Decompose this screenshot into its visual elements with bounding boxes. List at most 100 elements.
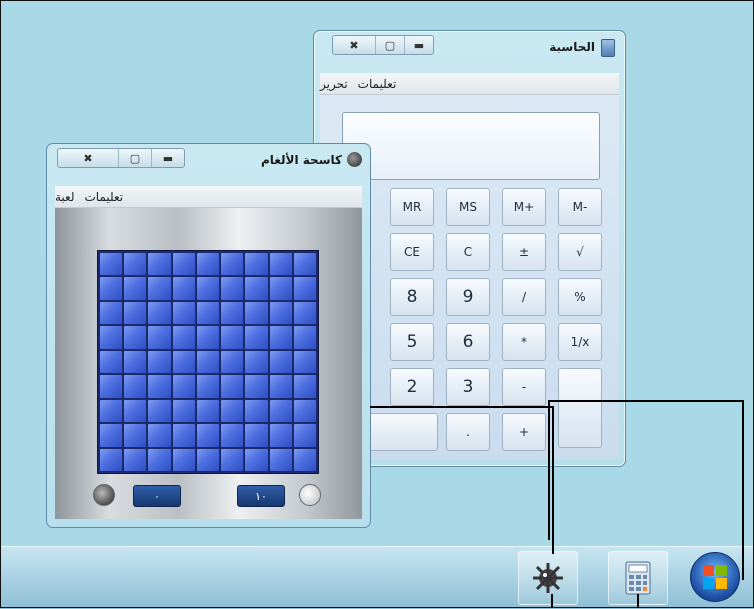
mine-tile[interactable] — [100, 277, 123, 300]
mine-tile[interactable] — [172, 350, 195, 374]
mine-tile[interactable] — [100, 375, 123, 398]
key-multiply[interactable]: * — [502, 323, 546, 361]
key-2[interactable]: 2 — [390, 368, 434, 406]
minimize-button[interactable]: ▬ — [404, 36, 433, 54]
mine-tile[interactable] — [172, 375, 195, 398]
mine-tile[interactable] — [196, 277, 220, 300]
mine-tile[interactable] — [221, 350, 244, 374]
mine-tile[interactable] — [100, 301, 123, 325]
mine-tile[interactable] — [124, 350, 147, 374]
mine-tile[interactable] — [293, 277, 316, 300]
maximize-button[interactable]: ▢ — [375, 36, 404, 54]
mine-tile[interactable] — [100, 399, 123, 423]
key-subtract[interactable]: - — [502, 368, 546, 406]
mine-tile[interactable] — [269, 350, 292, 374]
mine-tile[interactable] — [196, 253, 220, 276]
menu-game[interactable]: لعبة — [55, 190, 75, 204]
key-8[interactable]: 8 — [390, 278, 434, 316]
mine-tile[interactable] — [124, 375, 147, 398]
key-ce[interactable]: CE — [390, 233, 434, 271]
mine-tile[interactable] — [245, 424, 268, 447]
key-add[interactable]: + — [502, 413, 546, 451]
mine-tile[interactable] — [245, 326, 268, 349]
mine-tile[interactable] — [172, 399, 195, 423]
close-button[interactable]: ✖ — [333, 36, 375, 54]
mine-tile[interactable] — [293, 326, 316, 349]
key-3[interactable]: 3 — [446, 368, 490, 406]
maximize-button[interactable]: ▢ — [118, 149, 151, 167]
minesweeper-titlebar[interactable]: ✖ ▢ ▬ كاسحة الألغام — [47, 144, 370, 178]
mine-tile[interactable] — [269, 326, 292, 349]
mine-tile[interactable] — [148, 424, 171, 447]
key-ms[interactable]: MS — [446, 188, 490, 226]
mine-tile[interactable] — [269, 424, 292, 447]
mine-tile[interactable] — [148, 277, 171, 300]
mine-tile[interactable] — [196, 326, 220, 349]
start-button[interactable] — [690, 552, 740, 602]
mine-tile[interactable] — [221, 326, 244, 349]
key-6[interactable]: 6 — [446, 323, 490, 361]
mine-tile[interactable] — [196, 424, 220, 447]
mine-tile[interactable] — [269, 277, 292, 300]
taskbar-minesweeper-button[interactable] — [518, 551, 578, 605]
mine-tile[interactable] — [100, 448, 123, 471]
mine-tile[interactable] — [221, 277, 244, 300]
mine-tile[interactable] — [269, 399, 292, 423]
mine-tile[interactable] — [221, 424, 244, 447]
mine-tile[interactable] — [269, 301, 292, 325]
key-mr[interactable]: MR — [390, 188, 434, 226]
mine-tile[interactable] — [293, 375, 316, 398]
mine-tile[interactable] — [196, 399, 220, 423]
mine-tile[interactable] — [245, 350, 268, 374]
mine-tile[interactable] — [124, 424, 147, 447]
key-divide[interactable]: / — [502, 278, 546, 316]
mine-tile[interactable] — [196, 301, 220, 325]
mine-tile[interactable] — [269, 448, 292, 471]
mine-tile[interactable] — [221, 448, 244, 471]
mine-tile[interactable] — [245, 253, 268, 276]
mine-tile[interactable] — [221, 301, 244, 325]
mine-tile[interactable] — [293, 350, 316, 374]
mine-tile[interactable] — [148, 301, 171, 325]
mine-tile[interactable] — [293, 399, 316, 423]
key-reciprocal[interactable]: 1/x — [558, 323, 602, 361]
mine-tile[interactable] — [148, 375, 171, 398]
mine-tile[interactable] — [221, 375, 244, 398]
mine-tile[interactable] — [245, 375, 268, 398]
mine-tile[interactable] — [148, 399, 171, 423]
key-9[interactable]: 9 — [446, 278, 490, 316]
menu-help[interactable]: تعليمات — [358, 77, 397, 91]
mine-tile[interactable] — [124, 448, 147, 471]
key-sqrt[interactable]: √ — [558, 233, 602, 271]
key-equals[interactable] — [558, 368, 602, 448]
key-percent[interactable]: % — [558, 278, 602, 316]
mine-tile[interactable] — [100, 326, 123, 349]
mine-tile[interactable] — [148, 350, 171, 374]
key-5[interactable]: 5 — [390, 323, 434, 361]
mine-tile[interactable] — [124, 277, 147, 300]
mine-tile[interactable] — [124, 253, 147, 276]
mine-tile[interactable] — [196, 375, 220, 398]
mine-tile[interactable] — [293, 424, 316, 447]
mine-tile[interactable] — [124, 301, 147, 325]
mine-tile[interactable] — [269, 253, 292, 276]
mine-tile[interactable] — [148, 253, 171, 276]
menu-help[interactable]: تعليمات — [85, 190, 124, 204]
close-button[interactable]: ✖ — [58, 149, 118, 167]
mine-tile[interactable] — [196, 350, 220, 374]
mine-tile[interactable] — [293, 301, 316, 325]
mine-tile[interactable] — [269, 375, 292, 398]
mine-tile[interactable] — [148, 448, 171, 471]
key-m-minus[interactable]: M- — [558, 188, 602, 226]
key-m-plus[interactable]: M+ — [502, 188, 546, 226]
mine-tile[interactable] — [245, 399, 268, 423]
mine-tile[interactable] — [100, 253, 123, 276]
mine-tile[interactable] — [245, 448, 268, 471]
mine-tile[interactable] — [245, 277, 268, 300]
key-decimal[interactable]: . — [446, 413, 490, 451]
mine-tile[interactable] — [124, 399, 147, 423]
key-c[interactable]: C — [446, 233, 490, 271]
mine-tile[interactable] — [172, 448, 195, 471]
mine-tile[interactable] — [245, 301, 268, 325]
mine-tile[interactable] — [172, 301, 195, 325]
